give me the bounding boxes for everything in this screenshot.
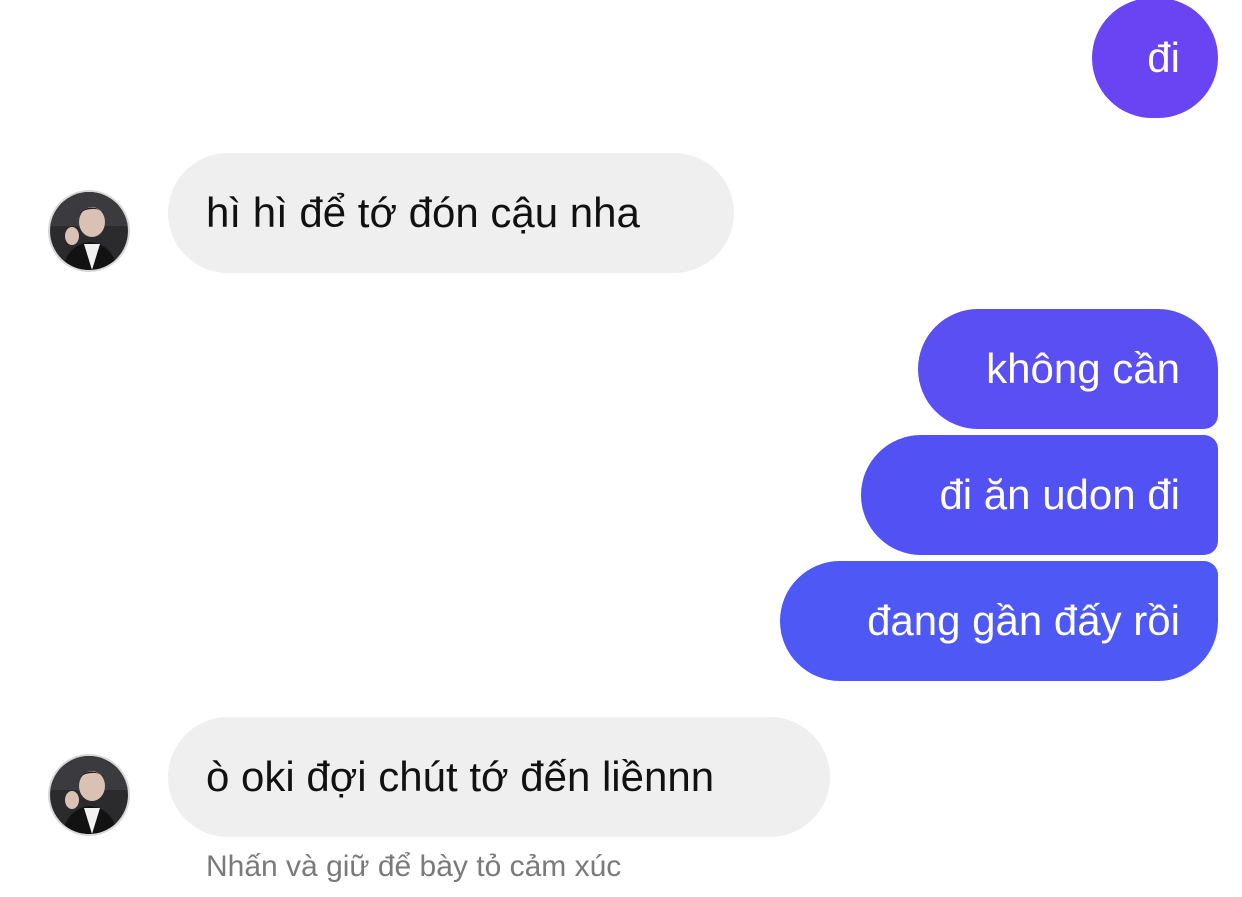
message-bubble-outgoing[interactable]: đi ăn udon đi — [861, 435, 1218, 555]
chat-thread: đi hì hì để tớ đón cậu nha không cần đi … — [0, 0, 1242, 897]
message-bubble-incoming[interactable]: ò oki đợi chút tớ đến liềnnn — [168, 717, 830, 837]
message-bubble-outgoing[interactable]: đi — [1092, 0, 1218, 118]
message-text: không cần — [986, 345, 1180, 392]
reaction-hint: Nhấn và giữ để bày tỏ cảm xúc — [206, 850, 622, 883]
avatar-icon — [50, 192, 128, 270]
message-text: ò oki đợi chút tớ đến liềnnn — [206, 753, 715, 800]
message-bubble-outgoing[interactable]: đang gần đấy rồi — [780, 561, 1218, 681]
message-text: đi ăn udon đi — [939, 471, 1180, 518]
contact-avatar[interactable] — [48, 190, 130, 272]
avatar-icon — [50, 756, 128, 834]
contact-avatar[interactable] — [48, 754, 130, 836]
message-text: đang gần đấy rồi — [867, 597, 1180, 644]
message-text: đi — [1147, 34, 1180, 81]
message-bubble-incoming[interactable]: hì hì để tớ đón cậu nha — [168, 153, 734, 273]
message-bubble-outgoing[interactable]: không cần — [918, 309, 1218, 429]
message-text: hì hì để tớ đón cậu nha — [206, 189, 640, 236]
